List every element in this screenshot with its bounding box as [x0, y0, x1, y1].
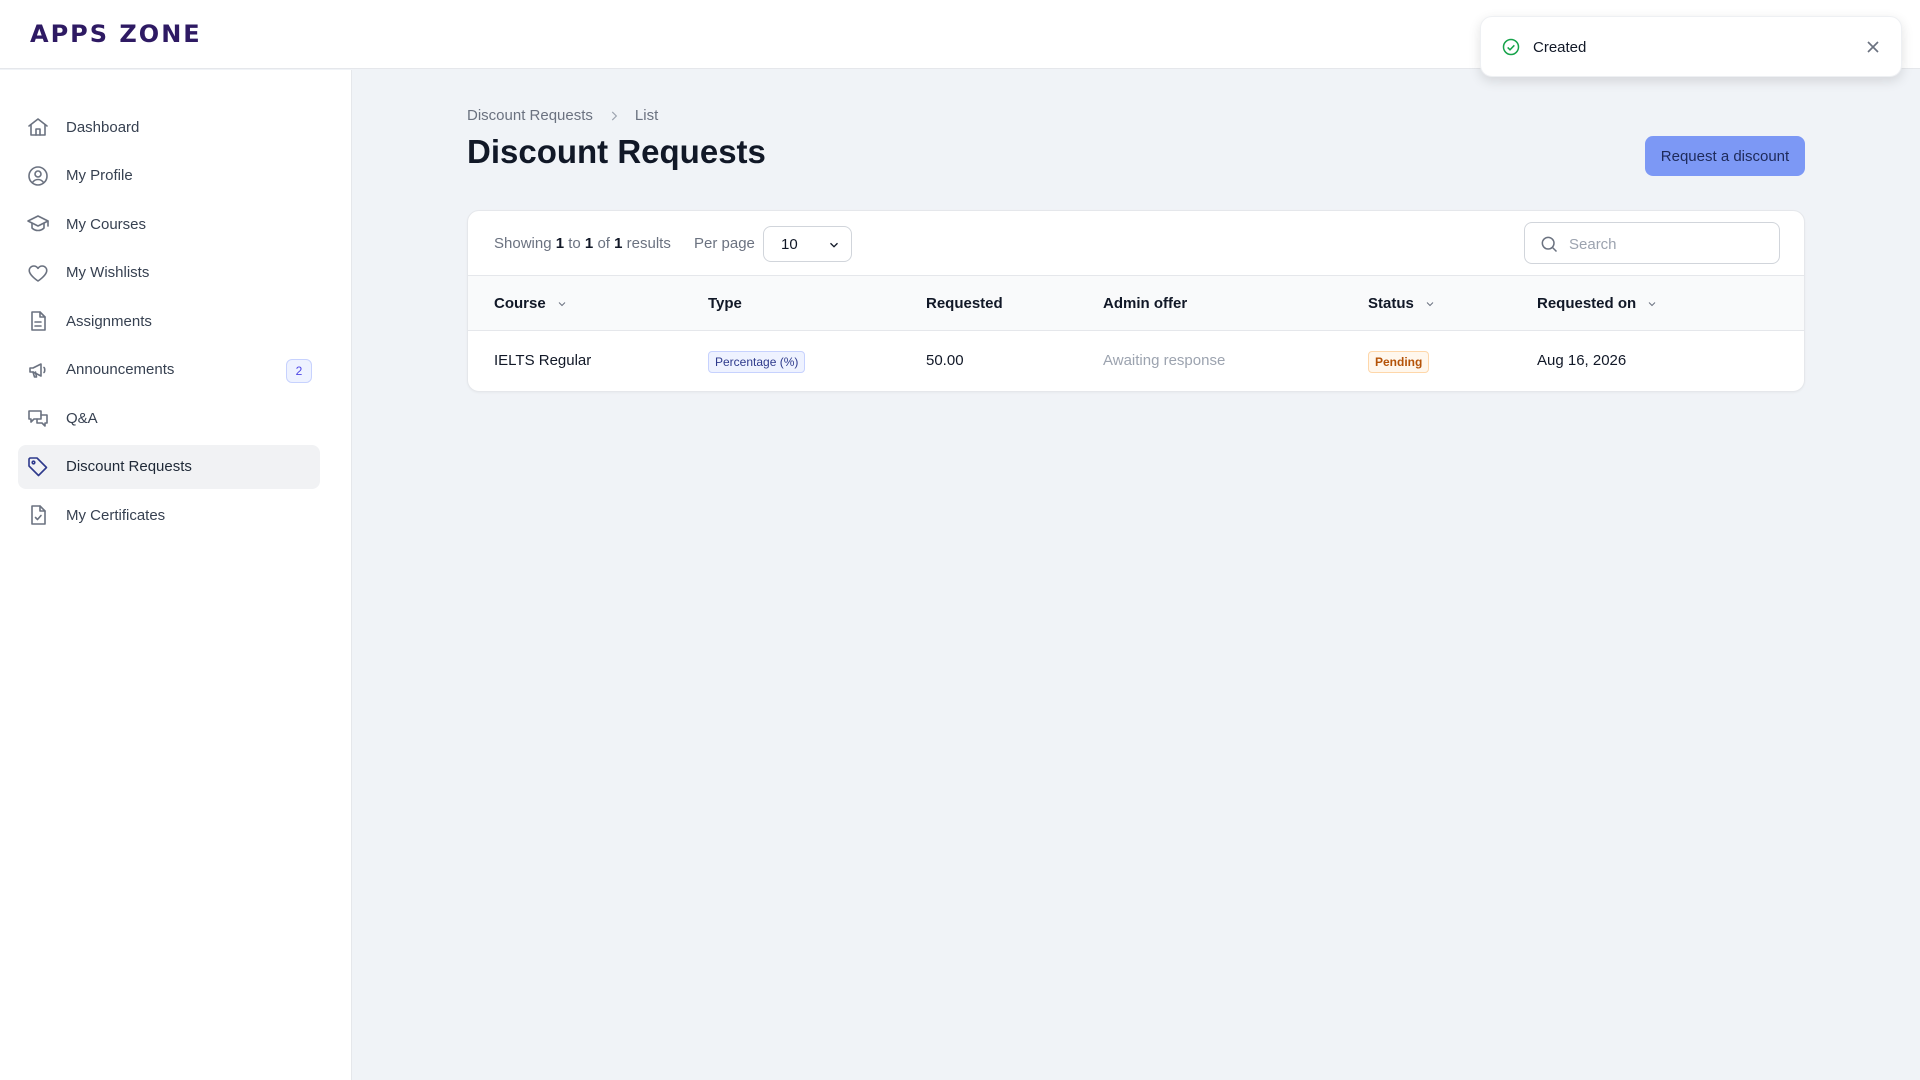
table-row[interactable]: IELTS Regular Percentage (%) 50.00 Await…	[468, 331, 1804, 391]
column-header-admin-offer: Admin offer	[1103, 295, 1187, 312]
announcements-count-badge: 2	[286, 358, 312, 383]
table-search	[1524, 222, 1780, 264]
breadcrumb-current: List	[634, 107, 659, 124]
column-header-label: Admin offer	[1103, 295, 1188, 312]
sidebar-item-label: Assignments	[66, 312, 152, 330]
column-header-label: Requested	[926, 295, 1003, 312]
app-logo[interactable]: APPS ZONE	[30, 20, 202, 48]
graduation-cap-icon	[26, 212, 50, 236]
results-from: 1	[555, 235, 565, 252]
chat-bubbles-icon	[26, 406, 50, 430]
cell-requested: 50.00	[926, 352, 964, 369]
sidebar-item-my-wishlists[interactable]: My Wishlists	[18, 251, 320, 295]
per-page-value: 10	[781, 235, 798, 253]
column-header-type: Type	[708, 295, 742, 312]
sidebar-item-label: My Wishlists	[66, 264, 150, 281]
page-title: Discount Requests	[467, 133, 766, 170]
results-total: 1	[614, 235, 623, 252]
results-to: 1	[584, 235, 594, 252]
sidebar-item-label: Q&A	[66, 409, 98, 427]
sidebar-item-label: My Certificates	[66, 506, 166, 524]
column-header-label: Status	[1368, 295, 1414, 312]
column-header-requested-on[interactable]: Requested on	[1537, 295, 1658, 312]
toast-message: Created	[1533, 39, 1587, 56]
results-summary-prefix: Showing	[494, 235, 552, 252]
tag-icon	[26, 455, 50, 479]
discount-requests-table-card: Showing 1 to 1 of 1 results Per page 10 …	[467, 210, 1805, 392]
certificate-icon	[26, 503, 50, 527]
toast-notification: Created	[1480, 16, 1902, 77]
chevron-down-icon	[556, 298, 568, 310]
type-badge: Percentage (%)	[708, 351, 806, 373]
home-icon	[26, 115, 50, 139]
sidebar-item-label: Announcements	[66, 361, 175, 378]
sidebar-item-announcements[interactable]: Announcements 2	[18, 348, 320, 392]
sidebar-nav: Dashboard My Profile My Courses My Wishl…	[18, 105, 320, 542]
user-circle-icon	[26, 164, 50, 188]
megaphone-icon	[26, 358, 50, 382]
column-header-course[interactable]: Course	[494, 295, 568, 312]
column-header-label: Type	[708, 295, 742, 312]
chevron-down-icon	[1424, 298, 1436, 310]
sidebar-item-my-certificates[interactable]: My Certificates	[18, 493, 320, 537]
sidebar-item-label: Dashboard	[66, 118, 140, 136]
column-header-requested: Requested	[926, 295, 1003, 312]
search-icon	[1539, 234, 1559, 254]
sidebar-item-label: Discount Requests	[66, 458, 192, 475]
results-summary: Showing 1 to 1 of 1 results	[494, 235, 671, 252]
per-page-select[interactable]: 10	[763, 226, 852, 262]
sidebar-item-label: My Profile	[66, 167, 133, 184]
results-to-word: to	[568, 235, 581, 252]
close-icon[interactable]	[1863, 37, 1883, 57]
column-header-label: Requested on	[1537, 295, 1637, 312]
breadcrumb: Discount Requests List	[467, 107, 658, 124]
table-toolbar: Showing 1 to 1 of 1 results Per page 10	[468, 211, 1804, 276]
chevron-right-icon	[607, 109, 621, 123]
table-header: Course Type Requested Admin offer Status…	[468, 276, 1804, 331]
column-header-status[interactable]: Status	[1368, 295, 1436, 312]
sidebar: Dashboard My Profile My Courses My Wishl…	[0, 70, 352, 1080]
sidebar-item-my-courses[interactable]: My Courses	[18, 202, 320, 246]
document-icon	[26, 309, 50, 333]
cell-requested-on: Aug 16, 2026	[1537, 352, 1627, 369]
chevron-down-icon	[1646, 298, 1658, 310]
chevron-down-icon	[827, 238, 841, 252]
status-badge: Pending	[1368, 351, 1430, 373]
sidebar-item-my-profile[interactable]: My Profile	[18, 154, 320, 198]
sidebar-item-dashboard[interactable]: Dashboard	[18, 105, 320, 149]
breadcrumb-root-link[interactable]: Discount Requests	[467, 107, 593, 124]
column-header-label: Course	[494, 295, 546, 312]
results-of-word: of	[597, 235, 610, 252]
sidebar-item-assignments[interactable]: Assignments	[18, 299, 320, 343]
check-circle-icon	[1501, 37, 1521, 57]
search-input[interactable]	[1569, 232, 1769, 256]
cell-course: IELTS Regular	[494, 352, 592, 369]
cell-admin-offer: Awaiting response	[1103, 352, 1226, 369]
sidebar-item-qa[interactable]: Q&A	[18, 396, 320, 440]
sidebar-item-label: My Courses	[66, 215, 147, 233]
request-discount-button[interactable]: Request a discount	[1645, 136, 1805, 176]
sidebar-item-discount-requests[interactable]: Discount Requests	[18, 444, 320, 489]
per-page-label: Per page	[694, 235, 755, 252]
heart-icon	[26, 261, 50, 285]
results-summary-suffix: results	[626, 235, 671, 252]
